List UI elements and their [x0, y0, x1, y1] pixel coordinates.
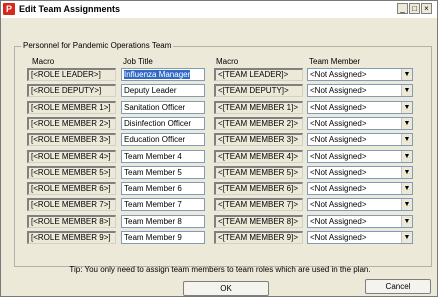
team-macro-field: <[TEAM MEMBER 9]> — [214, 231, 303, 244]
dropdown-arrow-icon[interactable]: ▼ — [401, 69, 412, 80]
role-macro-field: [<ROLE MEMBER 5>] — [27, 166, 116, 179]
team-member-dropdown[interactable]: <Not Assigned> ▼ — [307, 68, 413, 81]
dropdown-arrow-icon[interactable]: ▼ — [401, 134, 412, 145]
team-member-value: <Not Assigned> — [310, 168, 367, 177]
app-icon: P — [3, 3, 15, 15]
dropdown-arrow-icon[interactable]: ▼ — [401, 216, 412, 227]
team-member-value: <Not Assigned> — [310, 103, 367, 112]
role-macro-field: [<ROLE DEPUTY>] — [27, 84, 116, 97]
tip-text: Tip: You only need to assign team member… — [69, 265, 371, 274]
job-title-input[interactable]: Team Member 8 — [121, 215, 205, 228]
team-member-dropdown[interactable]: <Not Assigned> ▼ — [307, 150, 413, 163]
team-member-value: <Not Assigned> — [310, 233, 367, 242]
cancel-button[interactable]: Cancel — [365, 279, 431, 294]
team-member-value: <Not Assigned> — [310, 200, 367, 209]
role-macro-field: [<ROLE MEMBER 8>] — [27, 215, 116, 228]
edit-team-assignments-dialog: P Edit Team Assignments _ □ × Personnel … — [0, 0, 438, 297]
team-member-dropdown[interactable]: <Not Assigned> ▼ — [307, 215, 413, 228]
team-macro-field: <[TEAM MEMBER 7]> — [214, 198, 303, 211]
team-member-value: <Not Assigned> — [310, 119, 367, 128]
team-macro-field: <[TEAM LEADER]> — [214, 68, 303, 81]
job-title-text: Team Member 9 — [124, 233, 182, 242]
ok-button[interactable]: OK — [183, 281, 269, 296]
team-macro-field: <[TEAM MEMBER 5]> — [214, 166, 303, 179]
job-title-text: Team Member 8 — [124, 217, 182, 226]
role-macro-field: [<ROLE MEMBER 9>] — [27, 231, 116, 244]
job-title-text: Team Member 5 — [124, 168, 182, 177]
window-title: Edit Team Assignments — [19, 4, 121, 14]
role-macro-field: [<ROLE MEMBER 7>] — [27, 198, 116, 211]
team-member-dropdown[interactable]: <Not Assigned> ▼ — [307, 101, 413, 114]
minimize-button[interactable]: _ — [397, 3, 408, 14]
job-title-text: Disinfection Officer — [124, 119, 191, 128]
team-member-dropdown[interactable]: <Not Assigned> ▼ — [307, 84, 413, 97]
team-member-column-header: Team Member — [309, 57, 361, 66]
team-macro-field: <[TEAM DEPUTY]> — [214, 84, 303, 97]
team-member-dropdown[interactable]: <Not Assigned> ▼ — [307, 231, 413, 244]
team-member-dropdown[interactable]: <Not Assigned> ▼ — [307, 182, 413, 195]
team-member-dropdown[interactable]: <Not Assigned> ▼ — [307, 198, 413, 211]
job-title-text: Team Member 6 — [124, 184, 182, 193]
team-macro-field: <[TEAM MEMBER 6]> — [214, 182, 303, 195]
dropdown-arrow-icon[interactable]: ▼ — [401, 151, 412, 162]
job-title-column-header: Job Title — [123, 57, 153, 66]
dropdown-arrow-icon[interactable]: ▼ — [401, 118, 412, 129]
job-title-input[interactable]: Team Member 9 — [121, 231, 205, 244]
team-macro-field: <[TEAM MEMBER 3]> — [214, 133, 303, 146]
team-macro-field: <[TEAM MEMBER 2]> — [214, 117, 303, 130]
team-member-value: <Not Assigned> — [310, 135, 367, 144]
team-member-value: <Not Assigned> — [310, 152, 367, 161]
job-title-input[interactable]: Education Officer — [121, 133, 205, 146]
dropdown-arrow-icon[interactable]: ▼ — [401, 183, 412, 194]
job-title-text: Sanitation Officer — [124, 103, 186, 112]
close-button[interactable]: × — [421, 3, 432, 14]
team-member-dropdown[interactable]: <Not Assigned> ▼ — [307, 117, 413, 130]
job-title-text: Team Member 4 — [124, 152, 182, 161]
maximize-button[interactable]: □ — [409, 3, 420, 14]
team-member-value: <Not Assigned> — [310, 184, 367, 193]
role-macro-field: [<ROLE MEMBER 4>] — [27, 150, 116, 163]
team-member-value: <Not Assigned> — [310, 86, 367, 95]
job-title-text: Deputy Leader — [124, 86, 177, 95]
role-macro-field: [<ROLE MEMBER 3>] — [27, 133, 116, 146]
job-title-input[interactable]: Team Member 5 — [121, 166, 205, 179]
dropdown-arrow-icon[interactable]: ▼ — [401, 85, 412, 96]
team-member-value: <Not Assigned> — [310, 70, 367, 79]
role-macro-field: [<ROLE LEADER>] — [27, 68, 116, 81]
team-macro-column-header: Macro — [216, 57, 239, 66]
job-title-input[interactable]: Team Member 4 — [121, 150, 205, 163]
team-macro-field: <[TEAM MEMBER 1]> — [214, 101, 303, 114]
dropdown-arrow-icon[interactable]: ▼ — [401, 167, 412, 178]
dropdown-arrow-icon[interactable]: ▼ — [401, 102, 412, 113]
job-title-input[interactable]: Deputy Leader — [121, 84, 205, 97]
team-member-dropdown[interactable]: <Not Assigned> ▼ — [307, 166, 413, 179]
job-title-text: Team Member 7 — [124, 200, 182, 209]
job-title-input[interactable]: Sanitation Officer — [121, 101, 205, 114]
role-macro-field: [<ROLE MEMBER 1>] — [27, 101, 116, 114]
role-macro-field: [<ROLE MEMBER 2>] — [27, 117, 116, 130]
role-macro-field: [<ROLE MEMBER 6>] — [27, 182, 116, 195]
team-member-value: <Not Assigned> — [310, 217, 367, 226]
dropdown-arrow-icon[interactable]: ▼ — [401, 232, 412, 243]
job-title-input[interactable]: Influenza Manager — [121, 68, 205, 81]
team-macro-field: <[TEAM MEMBER 8]> — [214, 215, 303, 228]
groupbox-label: Personnel for Pandemic Operations Team — [21, 41, 174, 50]
dropdown-arrow-icon[interactable]: ▼ — [401, 199, 412, 210]
team-macro-field: <[TEAM MEMBER 4]> — [214, 150, 303, 163]
team-member-dropdown[interactable]: <Not Assigned> ▼ — [307, 133, 413, 146]
job-title-input[interactable]: Team Member 6 — [121, 182, 205, 195]
job-title-text: Influenza Manager — [124, 70, 191, 79]
job-title-input[interactable]: Team Member 7 — [121, 198, 205, 211]
macro-column-header: Macro — [32, 57, 55, 66]
job-title-text: Education Officer — [124, 135, 186, 144]
title-bar[interactable]: P Edit Team Assignments _ □ × — [1, 1, 437, 18]
job-title-input[interactable]: Disinfection Officer — [121, 117, 205, 130]
